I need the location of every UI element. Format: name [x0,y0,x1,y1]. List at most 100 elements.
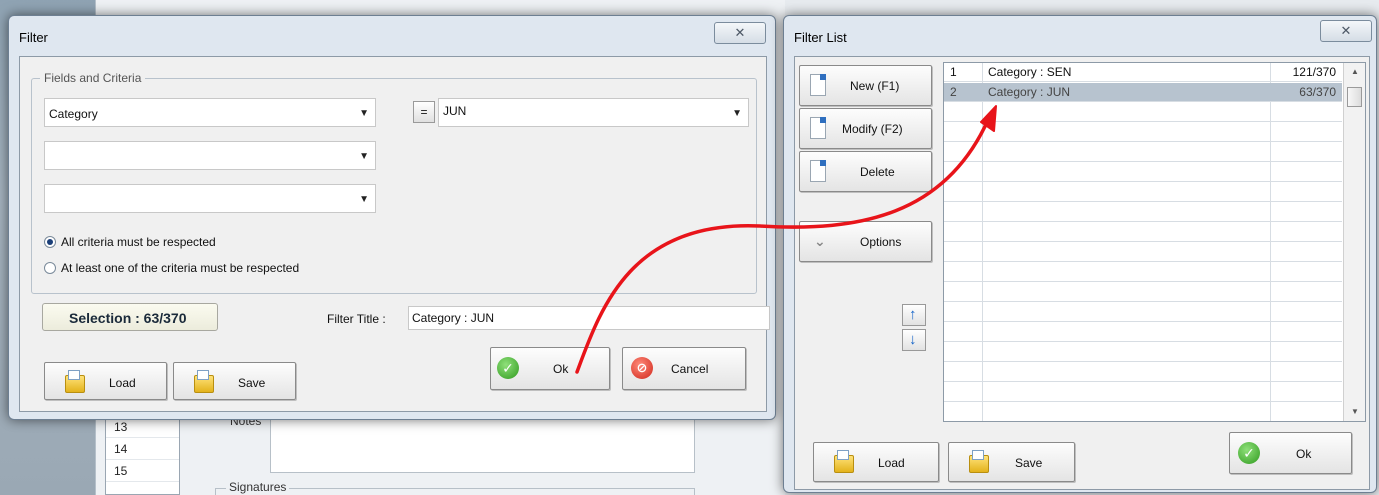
new-document-icon [810,74,826,96]
field-select-1-value: Category [49,107,98,121]
chevron-down-icon: ▼ [359,151,369,162]
field-select-1[interactable]: Category ▼ [44,98,376,127]
row-filter-count: 121/370 [1292,65,1336,79]
filter-dialog-title: Filter [19,30,48,45]
filter-list-ok-label: Ok [1296,447,1312,461]
fields-criteria-label: Fields and Criteria [40,71,146,85]
folder-save-icon [194,370,214,393]
filter-list-ok-button[interactable]: ✓ Ok [1229,432,1352,474]
filter-list-row-empty[interactable] [944,343,1342,362]
background-row-number: 14 [106,438,179,460]
cancel-button-label: Cancel [671,362,709,376]
delete-document-icon [810,160,826,182]
chevron-down-icon: ▼ [359,108,369,119]
ok-button[interactable]: ✓ Ok [490,347,610,390]
radio-all-criteria-label: All criteria must be respected [61,235,216,249]
filter-list-row-empty[interactable] [944,323,1342,342]
close-icon[interactable]: ✕ [1320,20,1372,42]
modify-filter-button[interactable]: Modify (F2) [799,108,932,149]
cancel-icon: ⊘ [631,357,653,379]
filter-list-row-empty[interactable] [944,263,1342,282]
filter-list-dialog: Filter List ✕ New (F1) Modify (F2) Delet… [783,15,1377,493]
filter-dialog: Filter ✕ Fields and Criteria Category ▼ … [8,15,776,420]
delete-filter-button-label: Delete [860,165,895,179]
filter-list-row-empty[interactable] [944,143,1342,162]
filter-list-row-empty[interactable] [944,183,1342,202]
criteria-select-value: JUN [443,104,467,118]
chevrons-down-icon: ⌄ [814,233,826,249]
load-button[interactable]: Load [44,362,167,400]
move-down-button[interactable]: ↓ [902,329,926,351]
filter-list-row-empty[interactable] [944,403,1342,421]
filter-list-save-label: Save [1015,456,1043,470]
row-number: 2 [950,85,957,99]
folder-load-icon [834,450,854,473]
filter-list-load-label: Load [878,456,905,470]
move-up-button[interactable]: ↑ [902,304,926,326]
ok-button-label: Ok [553,362,569,376]
options-button-label: Options [860,235,902,249]
selection-count-text: Selection : 63/370 [69,310,187,326]
scroll-down-icon[interactable]: ▼ [1351,407,1359,416]
background-notes-field [270,418,695,473]
edit-document-icon [810,117,826,139]
row-filter-name: Category : JUN [988,85,1071,99]
delete-filter-button[interactable]: Delete [799,151,932,192]
selection-count-badge: Selection : 63/370 [42,303,218,331]
arrow-up-icon: ↑ [909,306,917,323]
row-number: 1 [950,65,957,79]
load-button-label: Load [109,376,136,390]
save-button-label: Save [238,376,266,390]
filter-list-row-empty[interactable] [944,303,1342,322]
close-icon[interactable]: ✕ [714,22,766,44]
filter-list-dialog-title: Filter List [794,30,847,45]
filter-title-input-value: Category : JUN [412,311,495,325]
filter-list-row-empty[interactable] [944,223,1342,242]
chevron-down-icon: ▼ [359,194,369,205]
scrollbar-thumb[interactable] [1347,87,1362,107]
folder-save-icon [969,450,989,473]
background-signatures-label: Signatures [226,480,290,494]
new-filter-button-label: New (F1) [850,79,900,93]
filter-list-save-button[interactable]: Save [948,442,1075,482]
new-filter-button[interactable]: New (F1) [799,65,932,106]
modify-filter-button-label: Modify (F2) [842,122,903,136]
radio-any-criteria[interactable] [44,262,56,274]
folder-load-icon [65,370,85,393]
background-row-list: 13 14 15 [105,415,180,495]
filter-list-row-empty[interactable] [944,283,1342,302]
cancel-button[interactable]: ⊘ Cancel [622,347,746,390]
field-select-2[interactable]: ▼ [44,141,376,170]
scroll-up-icon[interactable]: ▲ [1351,67,1359,76]
filter-list-row-selected[interactable]: 2 Category : JUN 63/370 [944,83,1342,102]
filter-list-row-empty[interactable] [944,123,1342,142]
arrow-down-icon: ↓ [909,331,917,348]
filter-list-row-empty[interactable] [944,383,1342,402]
filter-list-load-button[interactable]: Load [813,442,939,482]
field-select-3[interactable]: ▼ [44,184,376,213]
chevron-down-icon: ▼ [732,108,742,119]
radio-any-criteria-label: At least one of the criteria must be res… [61,261,300,275]
options-button[interactable]: ⌄ Options [799,221,932,262]
row-filter-count: 63/370 [1299,85,1336,99]
list-scrollbar[interactable]: ▲ ▼ [1343,63,1365,421]
save-button[interactable]: Save [173,362,296,400]
filter-list-row-empty[interactable] [944,163,1342,182]
row-filter-name: Category : SEN [988,65,1072,79]
radio-all-criteria[interactable] [44,236,56,248]
filter-list-row-empty[interactable] [944,103,1342,122]
operator-button[interactable]: = [413,101,435,123]
criteria-select[interactable]: JUN ▼ [438,98,749,127]
filter-title-label: Filter Title : [327,312,386,326]
filter-list-grid: 1 Category : SEN 121/370 2 Category : JU… [943,62,1366,422]
filter-list-row-empty[interactable] [944,203,1342,222]
checkmark-icon: ✓ [497,357,519,379]
filter-list-row-empty[interactable] [944,363,1342,382]
filter-dialog-body: Fields and Criteria Category ▼ ▼ ▼ = JUN… [19,56,770,412]
filter-list-row-empty[interactable] [944,243,1342,262]
filter-title-input[interactable]: Category : JUN [408,306,770,330]
filter-list-body: New (F1) Modify (F2) Delete ⌄ Options ↑ … [794,56,1370,490]
checkmark-icon: ✓ [1238,442,1260,464]
background-row-number: 15 [106,460,179,482]
filter-list-row[interactable]: 1 Category : SEN 121/370 [944,63,1342,82]
